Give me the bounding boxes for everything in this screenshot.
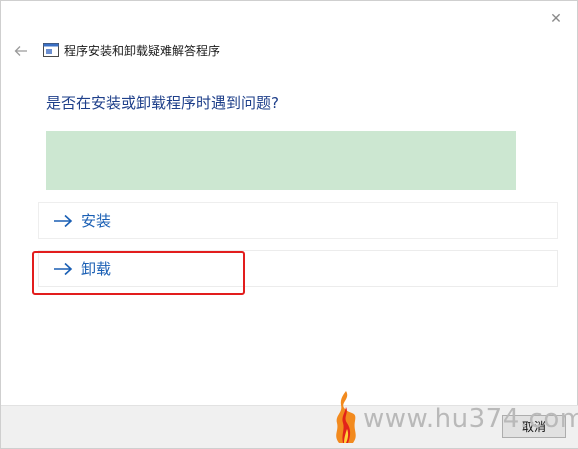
uninstall-option[interactable]: 卸载 bbox=[38, 250, 558, 287]
install-option[interactable]: 安装 bbox=[38, 202, 558, 239]
info-banner bbox=[46, 131, 516, 190]
close-button[interactable]: ✕ bbox=[543, 7, 569, 31]
arrow-right-icon bbox=[54, 262, 73, 275]
watermark-flame-logo bbox=[336, 391, 356, 443]
install-option-label: 安装 bbox=[81, 212, 112, 230]
page-title: 是否在安装或卸载程序时遇到问题? bbox=[46, 94, 279, 112]
close-icon: ✕ bbox=[550, 11, 562, 27]
uninstall-option-label: 卸载 bbox=[81, 260, 112, 278]
arrow-left-icon bbox=[14, 46, 27, 56]
arrow-right-icon bbox=[54, 214, 73, 227]
window-title: 程序安装和卸载疑难解答程序 bbox=[64, 44, 221, 58]
troubleshooter-window: ✕ 程序安装和卸载疑难解答程序 是否在安装或卸载程序时遇到问题? 安装 卸载 取… bbox=[0, 0, 578, 449]
back-button[interactable] bbox=[11, 41, 31, 61]
watermark-text: www.hu374.com bbox=[363, 404, 578, 434]
troubleshooter-app-icon bbox=[43, 43, 59, 57]
